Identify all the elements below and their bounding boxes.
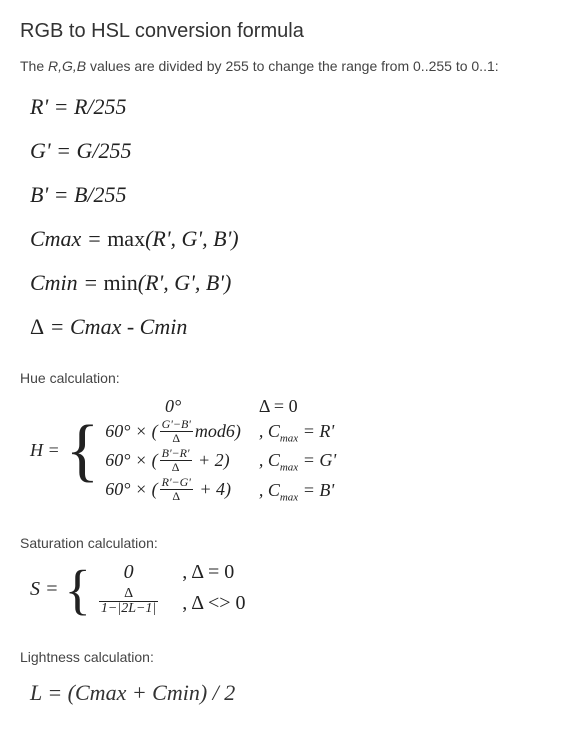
formula-cmin: Cmin = min(R', G', B') <box>30 270 562 296</box>
intro-text: The R,G,B values are divided by 255 to c… <box>20 58 562 74</box>
formula-b-prime: B' = B/255 <box>30 182 562 208</box>
formula-lightness: L = (Cmax + Cmin) / 2 <box>30 680 562 706</box>
hue-label: Hue calculation: <box>20 370 562 386</box>
hue-piecewise: H = { 0° Δ = 0 60° × (G'−B'Δmod6) , Cmax… <box>30 396 562 505</box>
saturation-label: Saturation calculation: <box>20 535 562 551</box>
formula-g-prime: G' = G/255 <box>30 138 562 164</box>
saturation-piecewise: S = { 0 , Δ = 0 Δ1−|2L−1| , Δ <> 0 <box>30 561 562 619</box>
lightness-label: Lightness calculation: <box>20 649 562 665</box>
formula-delta: Δ = Cmax - Cmin <box>30 314 562 340</box>
page-title: RGB to HSL conversion formula <box>20 20 562 43</box>
formula-cmax: Cmax = max(R', G', B') <box>30 226 562 252</box>
formula-r-prime: R' = R/255 <box>30 94 562 120</box>
